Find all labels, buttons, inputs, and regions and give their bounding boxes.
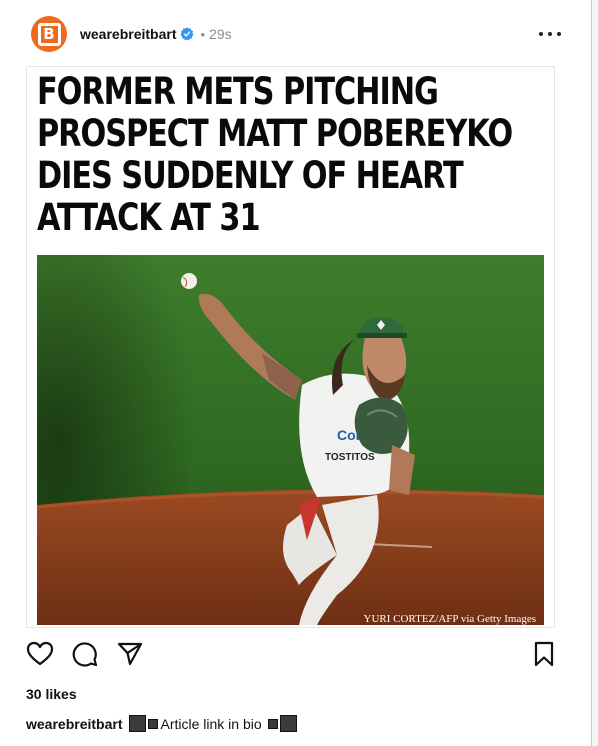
- square-emoji-icon: [129, 715, 147, 732]
- photo-credit: YURI CORTEZ/AFP via Getty Images: [363, 613, 536, 625]
- share-icon[interactable]: [116, 640, 144, 668]
- small-square-icon: [267, 718, 278, 729]
- window-edge: [591, 0, 598, 746]
- square-emoji-icon: [279, 715, 297, 732]
- avatar[interactable]: B: [31, 16, 67, 52]
- small-square-icon: [148, 718, 159, 729]
- comment-icon[interactable]: [70, 640, 98, 668]
- post-header: B wearebreitbart • 29s: [31, 16, 561, 52]
- bookmark-icon[interactable]: [530, 640, 558, 668]
- post-media[interactable]: FORMER METS PITCHING PROSPECT MATT POBER…: [26, 66, 555, 628]
- post-caption: wearebreitbart Article link in bio: [26, 715, 297, 732]
- more-icon[interactable]: [539, 24, 561, 44]
- media-headline: FORMER METS PITCHING PROSPECT MATT POBER…: [37, 70, 513, 239]
- pitcher-photo: Corner TOSTITOS YURI CORTEZ/AFP via Gett…: [37, 255, 544, 625]
- action-bar: [26, 640, 556, 668]
- username-link[interactable]: wearebreitbart: [80, 26, 176, 42]
- likes-count[interactable]: 30 likes: [26, 686, 77, 702]
- caption-username[interactable]: wearebreitbart: [26, 716, 122, 732]
- verified-icon: [181, 27, 194, 41]
- heart-icon[interactable]: [26, 640, 54, 668]
- svg-text:TOSTITOS: TOSTITOS: [325, 452, 375, 463]
- avatar-logo: B: [37, 22, 61, 46]
- caption-text: Article link in bio: [160, 715, 262, 732]
- post-time[interactable]: 29s: [209, 26, 232, 42]
- separator-dot: •: [200, 26, 206, 42]
